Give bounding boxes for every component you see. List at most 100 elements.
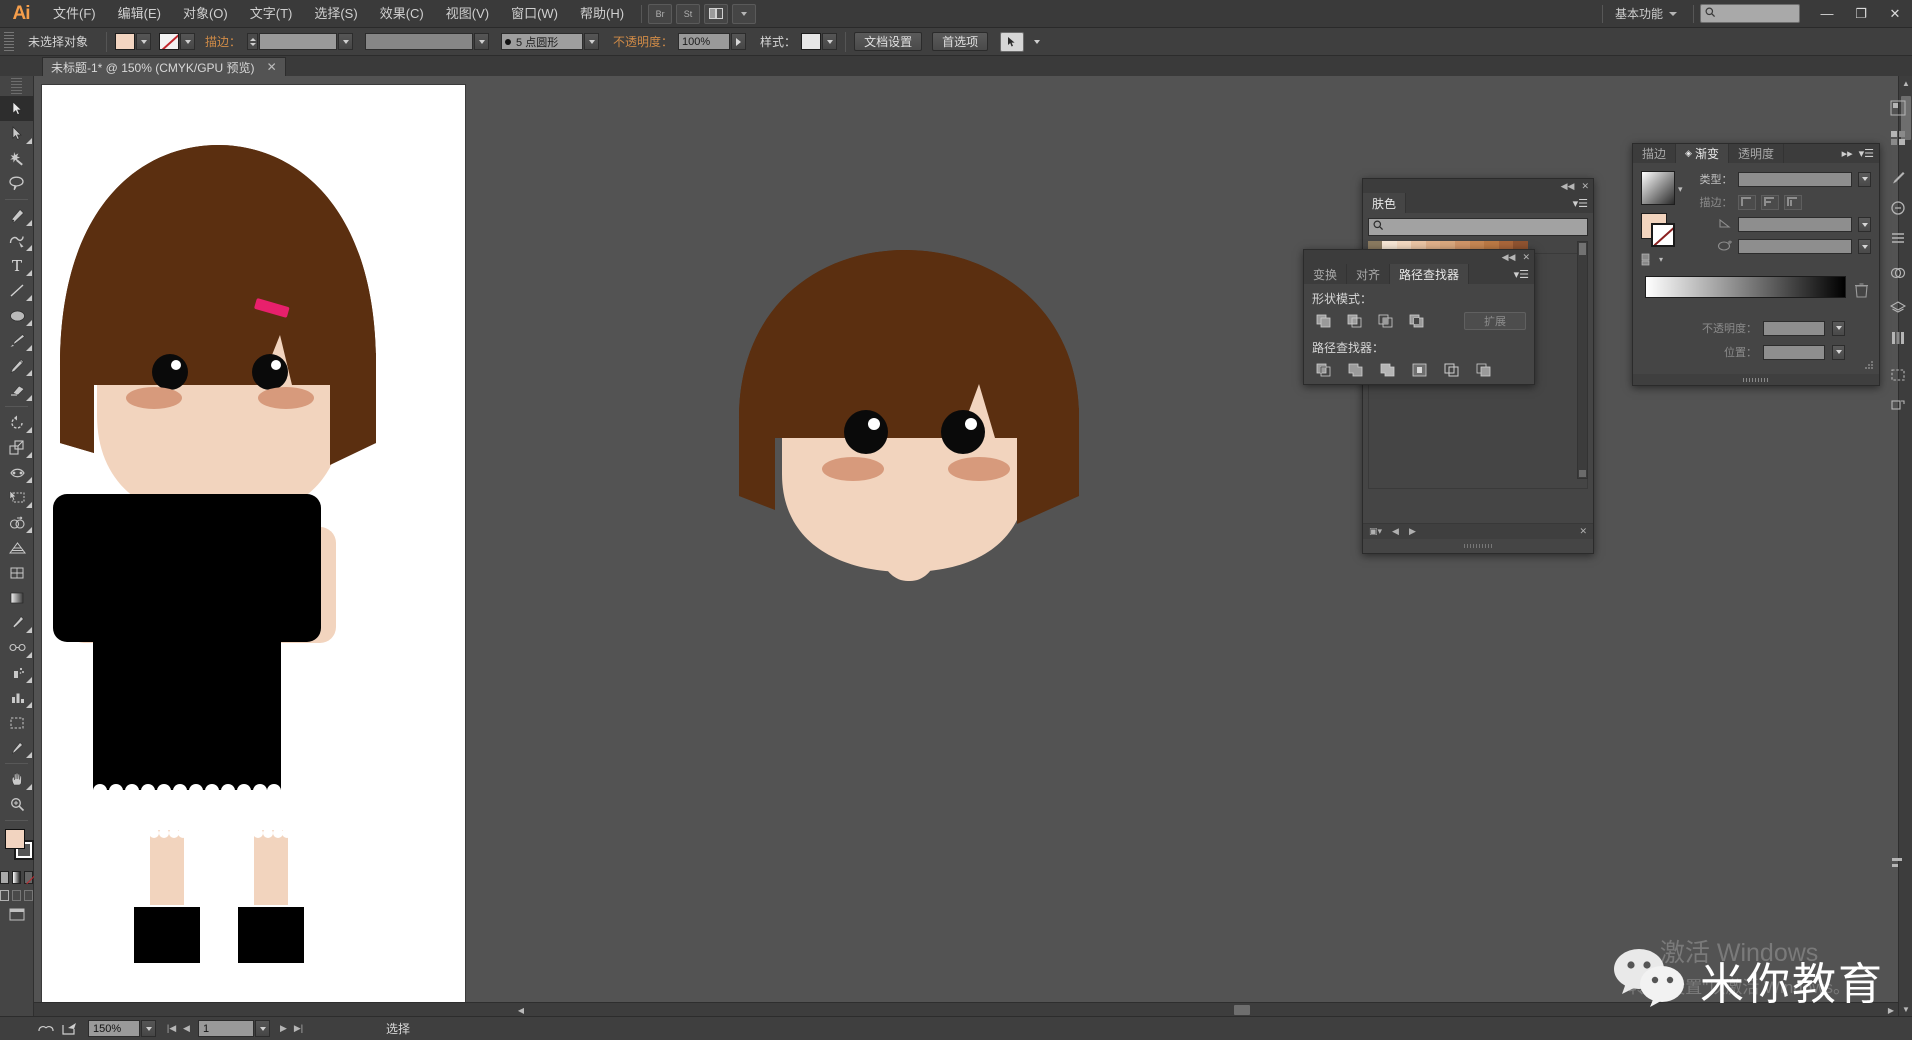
select-similar-dropdown[interactable] — [1029, 33, 1044, 50]
direct-selection-tool[interactable] — [0, 121, 34, 146]
curvature-tool[interactable] — [0, 228, 34, 253]
chevron-down-icon[interactable]: ▾ — [1678, 184, 1683, 195]
close-icon[interactable]: ✕ — [1581, 181, 1589, 191]
tool-flyout-icon[interactable] — [26, 527, 32, 533]
tool-flyout-icon[interactable] — [26, 427, 32, 433]
layers-panel-icon[interactable] — [1885, 295, 1911, 321]
panel-resize-grip[interactable] — [1633, 374, 1879, 385]
gradient-panel[interactable]: 描边 ◈ 渐变 透明度 ▸▸ ▾☰ ▾ ▾ 类型： 描边： 不透明度： 位置： — [1632, 143, 1880, 386]
window-minimize-button[interactable]: — — [1810, 0, 1844, 28]
fill-color-swatch[interactable] — [115, 33, 136, 50]
gradient-location-dropdown[interactable] — [1832, 344, 1845, 360]
first-artboard-button[interactable]: |◀ — [164, 1020, 179, 1037]
symbols-panel-icon[interactable] — [1885, 195, 1911, 221]
stroke-color-swatch[interactable] — [159, 33, 180, 50]
stroke-across-button[interactable] — [1783, 194, 1802, 210]
gradient-opacity-field[interactable] — [1763, 320, 1825, 336]
fill-dropdown[interactable] — [136, 33, 152, 50]
type-tool[interactable]: T — [0, 253, 34, 278]
canvas-area[interactable] — [34, 76, 1874, 1016]
appearance-panel-icon[interactable] — [1885, 260, 1911, 286]
gradient-angle-dropdown[interactable] — [1858, 217, 1871, 232]
color-button[interactable] — [0, 871, 9, 884]
tool-flyout-icon[interactable] — [26, 345, 32, 351]
prev-library-icon[interactable]: ◀ — [1392, 526, 1399, 537]
expand-icon[interactable]: ▸▸ — [1842, 147, 1853, 160]
gradient-slider[interactable] — [1645, 276, 1846, 306]
swatch-scroll-thumb[interactable] — [1579, 243, 1586, 255]
panel-menu-icon[interactable]: ▾☰ — [1573, 193, 1593, 213]
panel-tab-gradient[interactable]: ◈ 渐变 — [1676, 144, 1729, 163]
search-input[interactable] — [1700, 4, 1800, 23]
select-similar-objects-button[interactable] — [1000, 31, 1025, 52]
tool-flyout-icon[interactable] — [26, 677, 32, 683]
draw-normal-button[interactable] — [0, 890, 9, 901]
unite-button[interactable] — [1312, 312, 1334, 330]
brushes-panel-icon[interactable] — [1885, 165, 1911, 191]
tool-flyout-icon[interactable] — [26, 784, 32, 790]
opacity-field[interactable]: 100% — [678, 33, 731, 50]
divide-button[interactable] — [1312, 361, 1334, 379]
tool-flyout-icon[interactable] — [26, 502, 32, 508]
zoom-level-dropdown[interactable] — [141, 1020, 156, 1037]
opacity-flyout[interactable] — [731, 33, 747, 50]
scroll-down-icon[interactable] — [1579, 470, 1586, 477]
menu-view[interactable]: 视图(V) — [435, 0, 500, 28]
brush-definition-dropdown[interactable] — [584, 33, 600, 50]
delete-swatch-icon[interactable]: ✕ — [1579, 526, 1587, 537]
fill-stroke-mini[interactable] — [1641, 213, 1679, 247]
gradient-aspect-dropdown[interactable] — [1858, 239, 1871, 254]
collapse-icon[interactable]: ◀◀ — [1502, 252, 1516, 262]
chevron-down-icon[interactable] — [1669, 11, 1677, 16]
gradient-swatch[interactable] — [1641, 171, 1675, 205]
swatch-panel-scrollbar[interactable] — [1577, 241, 1588, 479]
horizontal-scrollbar[interactable]: ◀ ▶ — [34, 1002, 1898, 1016]
slice-tool[interactable] — [0, 735, 34, 760]
column-graph-tool[interactable] — [0, 685, 34, 710]
window-close-button[interactable]: ✕ — [1878, 0, 1912, 28]
control-bar-grip[interactable] — [4, 31, 14, 52]
gradient-ramp[interactable] — [1645, 276, 1846, 298]
crop-button[interactable] — [1408, 361, 1430, 379]
document-tab[interactable]: 未标题-1* @ 150% (CMYK/GPU 预览) ✕ — [42, 57, 286, 76]
color-panel-icon[interactable] — [1885, 95, 1911, 121]
panel-tab-transparency[interactable]: 透明度 — [1729, 144, 1784, 163]
last-artboard-button[interactable]: ▶| — [291, 1020, 306, 1037]
pencil-tool[interactable] — [0, 353, 34, 378]
fill-stroke-swatches[interactable] — [0, 827, 34, 867]
brush-definition-field[interactable]: 5 点圆形 — [501, 33, 584, 50]
align-panel-icon[interactable] — [1885, 850, 1911, 876]
document-setup-button[interactable]: 文档设置 — [854, 32, 923, 51]
tool-flyout-icon[interactable] — [26, 752, 32, 758]
menu-type[interactable]: 文字(T) — [239, 0, 304, 28]
transform-panel-icon[interactable] — [1885, 392, 1911, 418]
hand-tool[interactable] — [0, 767, 34, 792]
stroke-profile-field[interactable] — [365, 33, 474, 50]
artboards-panel-icon[interactable] — [1885, 362, 1911, 388]
tool-flyout-icon[interactable] — [26, 245, 32, 251]
panel-tab-stroke[interactable]: 描边 — [1633, 144, 1677, 163]
window-restore-button[interactable]: ❐ — [1844, 0, 1878, 28]
gradient-aspect-field[interactable] — [1737, 239, 1852, 254]
tool-flyout-icon[interactable] — [26, 452, 32, 458]
mesh-tool[interactable] — [0, 560, 34, 585]
panel-menu-icon[interactable]: ▾☰ — [1514, 264, 1534, 284]
menu-file[interactable]: 文件(F) — [42, 0, 107, 28]
pen-tool[interactable] — [0, 203, 34, 228]
scroll-left-icon[interactable]: ◀ — [514, 1003, 528, 1017]
screen-mode-button[interactable] — [0, 908, 33, 921]
graphic-style-swatch[interactable] — [801, 33, 822, 50]
artwork-head[interactable] — [727, 228, 1107, 618]
close-icon[interactable]: ✕ — [1522, 252, 1530, 262]
menu-window[interactable]: 窗口(W) — [500, 0, 569, 28]
bridge-button[interactable]: Br — [648, 3, 673, 24]
undo-redo-icon[interactable] — [34, 1020, 58, 1038]
tool-flyout-icon[interactable] — [26, 370, 32, 376]
share-icon[interactable] — [58, 1020, 82, 1038]
workspace-switcher[interactable]: 基本功能 — [1609, 5, 1669, 22]
gradient-angle-field[interactable] — [1737, 217, 1852, 232]
perspective-grid-tool[interactable] — [0, 535, 34, 560]
symbol-sprayer-tool[interactable] — [0, 660, 34, 685]
stock-button[interactable]: St — [676, 3, 701, 24]
artboard-number-field[interactable]: 1 — [198, 1020, 254, 1037]
